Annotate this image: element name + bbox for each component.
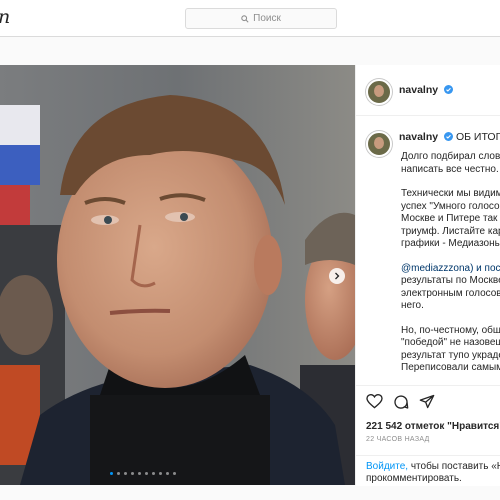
caption-line: результаты по Москве [401, 275, 500, 286]
caption-line: успех "Умного голосо [401, 200, 500, 212]
search-placeholder: Поиск [253, 13, 281, 24]
caption-line: Технически мы видим [401, 188, 500, 199]
login-text-2: прокомментировать. [366, 473, 462, 484]
carousel-dot [166, 472, 169, 475]
caption-heading: ОБ ИТОГАХ [455, 131, 500, 143]
caption-line: Москве и Питере так [401, 213, 498, 224]
post-caption: Долго подбирал слов написать все честно. Т… [401, 151, 500, 387]
heart-icon[interactable] [366, 394, 383, 409]
post-timestamp[interactable]: 22 ЧАСОВ НАЗАД [366, 436, 430, 443]
carousel-next-button[interactable] [329, 268, 345, 284]
caption-line: Долго подбирал слов [401, 151, 500, 162]
instagram-logo[interactable]: n [0, 6, 10, 28]
post-header: navalny [356, 65, 500, 116]
verified-badge-icon [444, 132, 454, 141]
mention-link[interactable]: @mediazzzona) и пос [401, 263, 500, 274]
share-icon[interactable] [419, 394, 435, 409]
carousel-dot [152, 472, 155, 475]
carousel-dot [159, 472, 162, 475]
caption-first-line: navalny ОБ ИТОГАХ [399, 131, 500, 143]
login-prompt: Войдите, чтобы поставить «Н прокомментир… [356, 455, 500, 486]
caption-username[interactable]: navalny [399, 131, 438, 143]
caption-avatar[interactable] [366, 131, 392, 157]
caption-paragraph: Технически мы видим успех "Умного голосо М… [401, 188, 500, 251]
caption-line: результат тупо украде [401, 349, 500, 361]
caption-line: Переписовали самым [401, 362, 500, 373]
caption-line: триумф. Листайте кар [401, 225, 500, 237]
caption-line: написать все честно. [401, 163, 499, 175]
carousel-dot [173, 472, 176, 475]
carousel-dot [117, 472, 120, 475]
caption-line: него. [401, 300, 424, 311]
caption-line: электронным голосов [401, 287, 500, 299]
carousel-dot [110, 472, 113, 475]
username-link[interactable]: navalny [399, 84, 438, 96]
verified-badge-icon [444, 85, 454, 94]
top-navigation-bar: n Поиск [0, 0, 500, 37]
caption-line: Но, по-честному, общ [401, 324, 500, 336]
carousel-dot [131, 472, 134, 475]
search-input[interactable]: Поиск [185, 8, 337, 29]
carousel-dot [124, 472, 127, 475]
caption-paragraph: @mediazzzona) и пос результаты по Москве э… [401, 263, 500, 313]
post-sidebar: navalny navalny ОБ ИТОГАХ Долго подбирал… [355, 65, 500, 486]
comment-icon[interactable] [393, 394, 409, 410]
avatar[interactable] [366, 79, 392, 105]
caption-line: графики - Медиазоны [401, 238, 500, 249]
caption-line: "победой" не назовеш [401, 337, 500, 348]
caption-paragraph: Долго подбирал слов написать все честно. [401, 151, 500, 176]
post-username[interactable]: navalny [399, 84, 454, 96]
login-link[interactable]: Войдите, [366, 461, 408, 472]
carousel-dot [145, 472, 148, 475]
caption-paragraph: Но, по-честному, общ "победой" не назовеш… [401, 325, 500, 375]
carousel-dot [138, 472, 141, 475]
post-actions: 221 542 отметок "Нравится" 22 ЧАСОВ НАЗА… [356, 385, 500, 486]
search-icon [241, 14, 249, 23]
login-text: чтобы поставить «Н [408, 461, 500, 472]
post-photo[interactable] [0, 65, 355, 485]
chevron-right-icon [335, 272, 340, 280]
carousel-indicator [110, 472, 176, 475]
likes-count[interactable]: 221 542 отметок "Нравится" [366, 421, 500, 432]
